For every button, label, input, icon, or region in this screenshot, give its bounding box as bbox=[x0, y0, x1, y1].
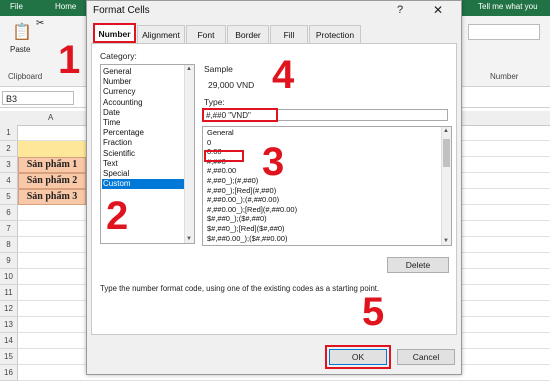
row-header[interactable]: 14 bbox=[0, 333, 18, 349]
category-item[interactable]: General bbox=[103, 67, 131, 77]
category-scrollbar[interactable]: ▲ ▼ bbox=[184, 65, 194, 243]
step-number-4: 4 bbox=[272, 53, 295, 97]
row-header[interactable]: 10 bbox=[0, 269, 18, 285]
tab-file[interactable]: File bbox=[10, 2, 23, 11]
cancel-button[interactable]: Cancel bbox=[397, 349, 455, 365]
format-hint-text: Type the number format code, using one o… bbox=[100, 284, 380, 293]
format-code-item[interactable]: $#,##0_);($#,##0) bbox=[207, 214, 267, 223]
product-cell[interactable]: Sản phẩm 2 bbox=[18, 173, 86, 189]
step-number-5: 5 bbox=[362, 290, 385, 334]
column-a-header[interactable]: A bbox=[48, 113, 53, 122]
row-header[interactable]: 16 bbox=[0, 365, 18, 381]
format-code-item[interactable]: $#,##0.00_);($#,##0.00) bbox=[207, 234, 287, 243]
row-header[interactable]: 15 bbox=[0, 349, 18, 365]
row-header[interactable]: 4 bbox=[0, 173, 18, 189]
cut-icon[interactable]: ✂ bbox=[36, 18, 44, 29]
format-code-item[interactable]: #,##0_);[Red](#,##0) bbox=[207, 186, 276, 195]
number-group-label: Number bbox=[490, 72, 519, 81]
tab-fill[interactable]: Fill bbox=[270, 25, 308, 43]
row-header[interactable]: 3 bbox=[0, 157, 18, 173]
format-list-scrollbar[interactable]: ▲ ▼ bbox=[441, 127, 451, 245]
type-input[interactable]: #,##0 "VND" bbox=[202, 108, 278, 122]
sample-value: 29,000 VND bbox=[208, 80, 255, 90]
category-item[interactable]: Date bbox=[103, 108, 120, 118]
name-box[interactable]: B3 bbox=[2, 91, 74, 105]
ok-button[interactable]: OK bbox=[329, 349, 387, 365]
category-item[interactable]: Scientific bbox=[103, 149, 135, 159]
selected-format-highlight bbox=[204, 150, 244, 162]
format-code-item[interactable]: #,##0.00_);[Red](#,##0.00) bbox=[207, 205, 297, 214]
product-cell[interactable]: Sản phẩm 3 bbox=[18, 189, 86, 205]
row-header[interactable]: 5 bbox=[0, 189, 18, 205]
help-icon[interactable]: ? bbox=[397, 4, 403, 16]
category-item[interactable]: Percentage bbox=[103, 128, 144, 138]
category-item[interactable]: Time bbox=[103, 118, 120, 128]
tab-home[interactable]: Home bbox=[55, 2, 76, 11]
category-label: Category: bbox=[100, 51, 137, 61]
format-code-item[interactable]: 0 bbox=[207, 138, 211, 147]
format-code-item[interactable]: #,##0.00_);(#,##0.00) bbox=[207, 195, 279, 204]
product-cell[interactable]: Sản phẩm 1 bbox=[18, 157, 86, 173]
scroll-down-icon[interactable]: ▼ bbox=[186, 236, 192, 242]
header-cell[interactable] bbox=[18, 141, 86, 157]
tell-me-box[interactable]: Tell me what you bbox=[478, 2, 538, 11]
row-header[interactable]: 1 bbox=[0, 125, 18, 141]
step-number-1: 1 bbox=[58, 38, 81, 82]
row-header[interactable]: 7 bbox=[0, 221, 18, 237]
paste-icon[interactable]: 📋 bbox=[12, 22, 32, 42]
delete-button[interactable]: Delete bbox=[387, 257, 449, 273]
format-code-list[interactable]: General 0 0.00 #,##0 #,##0.00 #,##0_);(#,##0)… bbox=[202, 126, 452, 246]
category-item[interactable]: Number bbox=[103, 77, 131, 87]
sample-label: Sample bbox=[204, 64, 233, 74]
step-number-2: 2 bbox=[106, 194, 129, 238]
clipboard-group-label: Clipboard bbox=[8, 72, 43, 81]
step-number-3: 3 bbox=[262, 140, 285, 184]
scroll-thumb[interactable] bbox=[443, 139, 450, 167]
type-input-extension[interactable] bbox=[278, 109, 448, 121]
format-code-item[interactable]: #,##0.00 bbox=[207, 166, 236, 175]
scroll-up-icon[interactable]: ▲ bbox=[443, 128, 449, 134]
close-icon[interactable]: ✕ bbox=[433, 3, 443, 17]
tab-border[interactable]: Border bbox=[227, 25, 269, 43]
format-code-item[interactable]: #,##0_);(#,##0) bbox=[207, 176, 258, 185]
row-header[interactable]: 2 bbox=[0, 141, 18, 157]
category-item[interactable]: Custom bbox=[102, 179, 185, 190]
number-format-dropdown[interactable] bbox=[468, 24, 540, 40]
scroll-up-icon[interactable]: ▲ bbox=[186, 66, 192, 72]
type-label: Type: bbox=[204, 97, 225, 107]
format-code-item[interactable]: General bbox=[207, 128, 234, 137]
category-item[interactable]: Fraction bbox=[103, 138, 132, 148]
category-item[interactable]: Special bbox=[103, 169, 129, 179]
tab-font[interactable]: Font bbox=[186, 25, 226, 43]
row-header[interactable]: 11 bbox=[0, 285, 18, 301]
category-item[interactable]: Text bbox=[103, 159, 118, 169]
row-header[interactable]: 6 bbox=[0, 205, 18, 221]
dialog-title: Format Cells bbox=[93, 5, 150, 16]
row-header[interactable]: 9 bbox=[0, 253, 18, 269]
row-header[interactable]: 12 bbox=[0, 301, 18, 317]
tab-protection[interactable]: Protection bbox=[309, 25, 361, 43]
category-item[interactable]: Accounting bbox=[103, 98, 143, 108]
category-item[interactable]: Currency bbox=[103, 87, 135, 97]
row-header[interactable]: 13 bbox=[0, 317, 18, 333]
tab-alignment[interactable]: Alignment bbox=[137, 25, 185, 43]
paste-label[interactable]: Paste bbox=[10, 45, 30, 54]
scroll-down-icon[interactable]: ▼ bbox=[443, 238, 449, 244]
format-code-item[interactable]: $#,##0_);[Red]($#,##0) bbox=[207, 224, 285, 233]
tab-number[interactable]: Number bbox=[93, 23, 136, 43]
row-header[interactable]: 8 bbox=[0, 237, 18, 253]
